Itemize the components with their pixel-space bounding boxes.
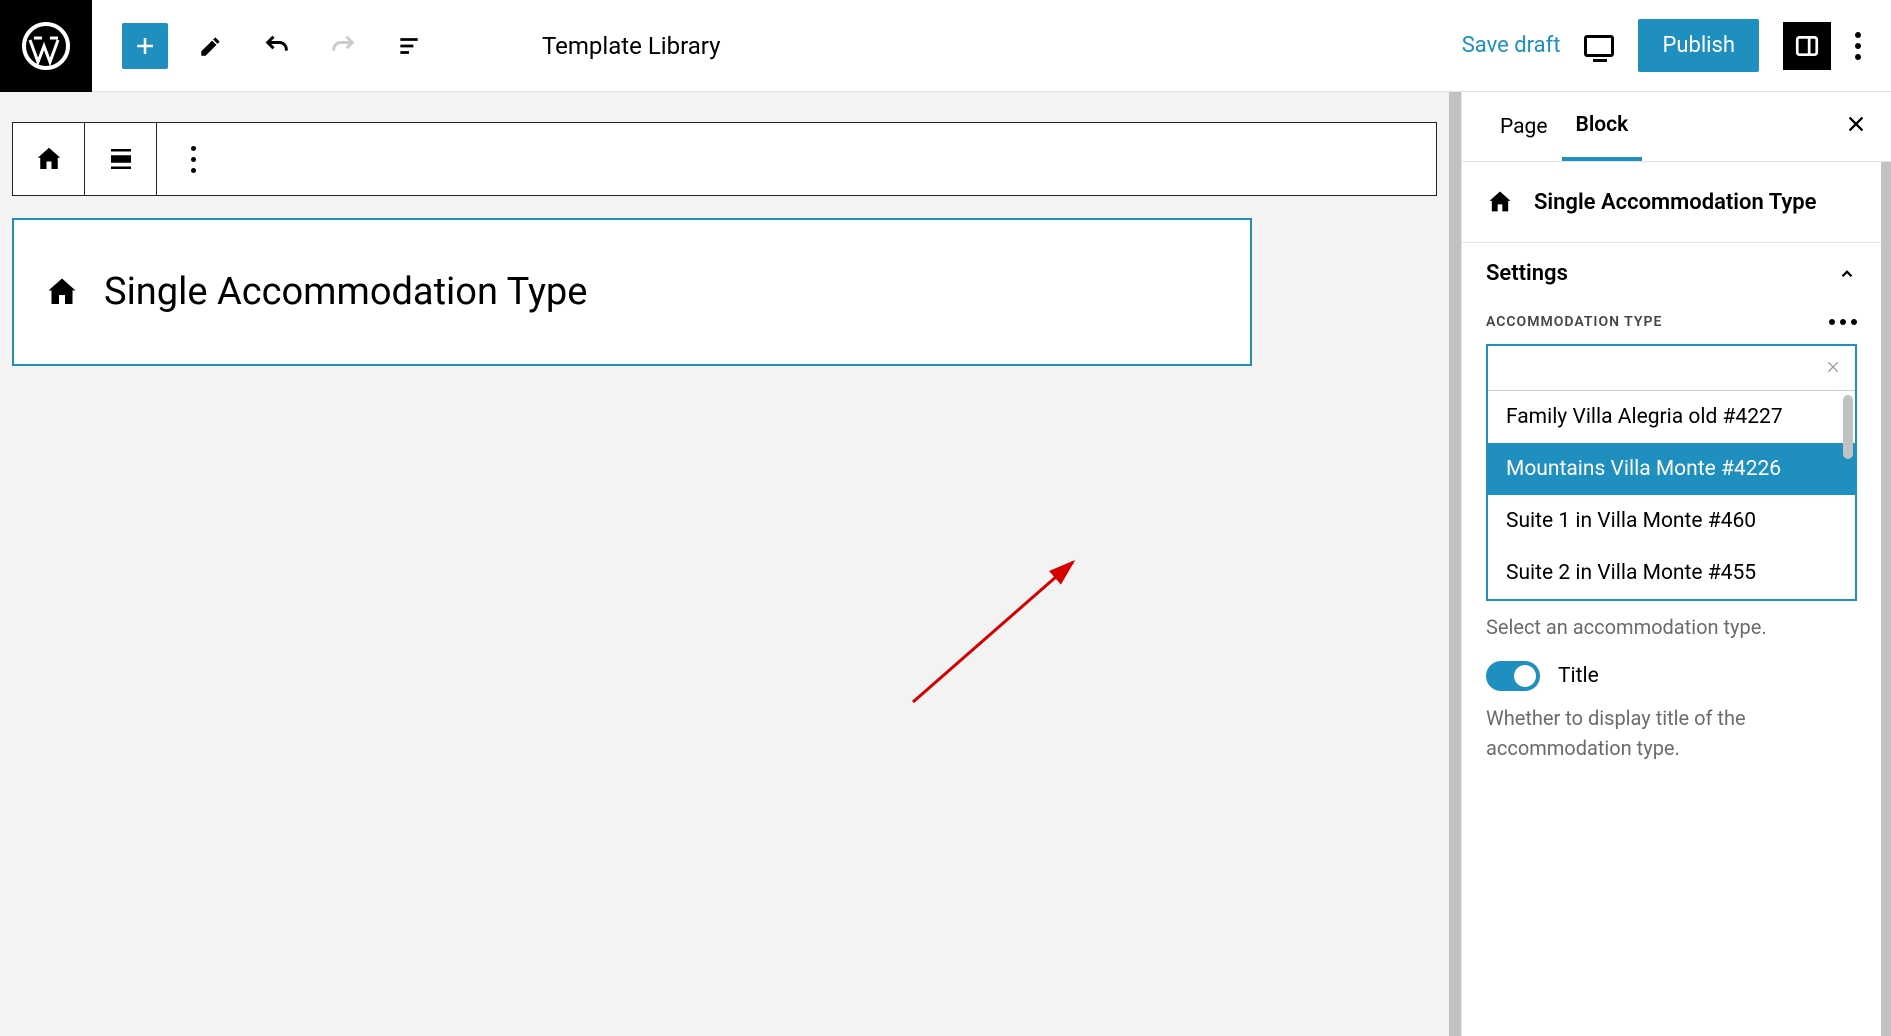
list-icon [396, 33, 422, 59]
undo-icon [263, 32, 291, 60]
combobox-listbox[interactable]: Family Villa Alegria old #4227 Mountains… [1488, 391, 1855, 599]
add-block-button[interactable] [122, 23, 168, 69]
dots-vertical-icon [191, 146, 196, 173]
combobox-clear-button[interactable] [1825, 356, 1841, 380]
combobox-search-input[interactable] [1502, 356, 1825, 380]
settings-label: Settings [1486, 261, 1568, 286]
block-type-button[interactable] [13, 123, 85, 195]
combobox-option[interactable]: Suite 1 in Villa Monte #460 [1488, 495, 1855, 547]
preview-button[interactable] [1584, 35, 1614, 57]
combobox-option[interactable]: Mountains Villa Monte #4226 [1488, 443, 1855, 495]
house-icon [44, 274, 80, 310]
undo-button[interactable] [254, 23, 300, 69]
sidebar-scroll[interactable]: Single Accommodation Type Settings ACCOM… [1462, 162, 1891, 1036]
field-options-button[interactable] [1829, 319, 1857, 325]
accommodation-type-combobox[interactable]: Family Villa Alegria old #4227 Mountains… [1486, 344, 1857, 601]
more-options-button[interactable] [1855, 32, 1861, 60]
toolbar-right: Save draft Publish [1462, 19, 1891, 72]
document-overview-button[interactable] [386, 23, 432, 69]
single-accommodation-block[interactable]: Single Accommodation Type [12, 218, 1252, 366]
house-icon [1486, 188, 1514, 216]
accommodation-help-text: Select an accommodation type. [1462, 601, 1881, 639]
redo-icon [329, 32, 357, 60]
plus-icon [133, 34, 157, 58]
title-toggle-description: Whether to display title of the accommod… [1462, 697, 1881, 783]
accommodation-type-label: ACCOMMODATION TYPE [1486, 314, 1662, 330]
block-header-title: Single Accommodation Type [1534, 190, 1817, 215]
accommodation-type-label-row: ACCOMMODATION TYPE [1462, 304, 1881, 338]
editor-main: Single Accommodation Type Page Block Sin… [0, 92, 1891, 1036]
block-align-button[interactable] [85, 123, 157, 195]
sidebar-icon [1794, 33, 1820, 59]
block-header: Single Accommodation Type [1462, 162, 1881, 243]
settings-panel-toggle[interactable] [1783, 22, 1831, 70]
pencil-icon [198, 33, 224, 59]
tab-block[interactable]: Block [1562, 93, 1643, 161]
close-icon [1845, 113, 1867, 135]
listbox-scrollbar[interactable] [1843, 395, 1853, 459]
house-icon [34, 144, 64, 174]
wordpress-logo[interactable] [0, 0, 92, 92]
editor-canvas[interactable]: Single Accommodation Type [0, 92, 1461, 1036]
close-sidebar-button[interactable] [1845, 113, 1867, 141]
save-draft-button[interactable]: Save draft [1462, 33, 1561, 58]
editor-top-bar: Template Library Save draft Publish [0, 0, 1891, 92]
title-toggle[interactable] [1486, 661, 1540, 691]
tab-page[interactable]: Page [1486, 95, 1562, 159]
combobox-option[interactable]: Suite 2 in Villa Monte #455 [1488, 547, 1855, 599]
toolbar-left: Template Library [92, 23, 721, 69]
publish-button[interactable]: Publish [1638, 19, 1759, 72]
settings-sidebar: Page Block Single Accommodation Type Set… [1461, 92, 1891, 1036]
align-icon [106, 144, 136, 174]
edit-mode-button[interactable] [188, 23, 234, 69]
block-title: Single Accommodation Type [104, 270, 587, 314]
redo-button [320, 23, 366, 69]
combobox-input-row [1488, 346, 1855, 391]
chevron-up-icon [1837, 264, 1857, 284]
title-toggle-row: Title [1462, 639, 1881, 697]
block-toolbar [12, 122, 1437, 196]
sidebar-tabs: Page Block [1462, 92, 1891, 162]
block-more-button[interactable] [157, 123, 229, 195]
template-label: Template Library [542, 32, 721, 60]
title-toggle-label: Title [1558, 664, 1599, 688]
settings-panel-toggle-row[interactable]: Settings [1462, 243, 1881, 304]
close-icon [1825, 359, 1841, 375]
annotation-arrow [908, 552, 1088, 712]
wordpress-icon [22, 22, 70, 70]
combobox-option[interactable]: Family Villa Alegria old #4227 [1488, 391, 1855, 443]
